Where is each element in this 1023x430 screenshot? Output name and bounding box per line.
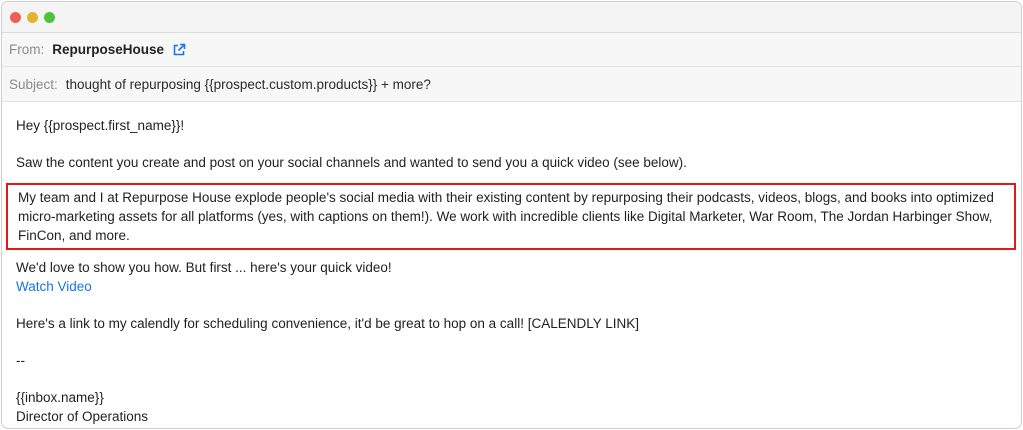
subject-text: thought of repurposing {{prospect.custom…: [65, 76, 431, 92]
external-link-icon[interactable]: [172, 43, 186, 57]
from-label: From:: [9, 42, 45, 57]
intro-paragraph: Saw the content you create and post on y…: [16, 155, 687, 170]
zoom-window-button[interactable]: [44, 11, 55, 23]
close-window-button[interactable]: [10, 11, 21, 23]
minimize-window-button[interactable]: [27, 11, 38, 23]
window-titlebar: [2, 2, 1021, 33]
greeting: Hey {{prospect.first_name}}!: [16, 118, 185, 133]
subject-row: Subject: thought of repurposing {{prospe…: [2, 67, 1021, 102]
subject-label: Subject:: [9, 76, 58, 92]
signature-title: Director of Operations: [16, 409, 149, 424]
email-body: Hey {{prospect.first_name}}! Saw the con…: [2, 102, 1021, 426]
calendly-paragraph: Here's a link to my calendly for schedul…: [16, 316, 639, 331]
from-row: From: RepurposeHouse: [2, 33, 1021, 67]
watch-video-link[interactable]: Watch Video: [16, 277, 92, 296]
signature-separator: --: [16, 353, 25, 368]
cta-text: We'd love to show you how. But first ...…: [16, 260, 392, 275]
highlighted-paragraph: My team and I at Repurpose House explode…: [6, 183, 1016, 250]
sender-name: RepurposeHouse: [52, 42, 165, 57]
signature-name: {{inbox.name}}: [16, 390, 104, 405]
email-preview-window: From: RepurposeHouse Subject: thought of…: [1, 1, 1022, 429]
